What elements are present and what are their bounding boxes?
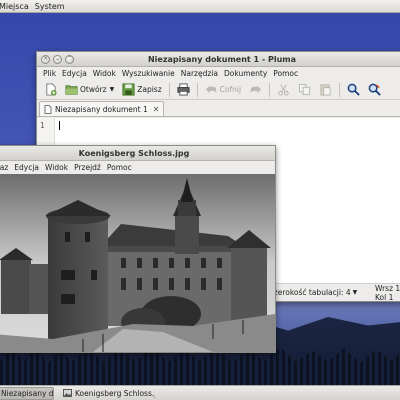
open-label: Otwórz [80, 85, 107, 94]
image-viewer-titlebar[interactable]: Koenigsberg Schloss.jpg [0, 146, 275, 161]
copy-icon [298, 83, 311, 96]
printer-icon [177, 83, 190, 96]
document-tabbar: Niezapisany dokument 1 ✕ [37, 100, 400, 117]
castle-photo [0, 174, 275, 352]
menu-tools[interactable]: Narzędzia [178, 69, 221, 78]
find-replace-button[interactable] [365, 81, 384, 99]
toolbar-separator [196, 82, 198, 97]
save-label: Zapisz [137, 85, 162, 94]
chevron-down-icon: ▼ [352, 289, 358, 296]
tab-width-selector[interactable]: Szerokość tabulacji: 4 ▼ [269, 288, 357, 297]
pluma-titlebar[interactable]: × ⌄ ⌃ Niezapisany dokument 1 - Pluma [37, 52, 400, 67]
castle-photo-drawing [0, 174, 275, 352]
menu-documents[interactable]: Dokumenty [221, 69, 270, 78]
text-cursor [59, 121, 60, 130]
search-icon [347, 83, 360, 96]
pluma-menubar: Plik Edycja Widok Wyszukiwanie Narzędzia… [37, 67, 400, 80]
taskbar-item-pluma[interactable]: Niezapisany dokument 1 - Pluma [0, 386, 54, 400]
save-button[interactable]: Zapisz [119, 81, 164, 99]
tab-untitled-document[interactable]: Niezapisany dokument 1 ✕ [39, 101, 165, 116]
new-document-button[interactable] [41, 81, 60, 99]
save-icon [122, 83, 135, 96]
menu-image[interactable]: Obraz [0, 163, 11, 172]
minimize-window-button[interactable]: ⌄ [53, 54, 62, 64]
cut-button[interactable] [274, 81, 293, 99]
open-button[interactable]: Otwórz ▼ [62, 81, 117, 99]
toolbar-separator [269, 82, 271, 97]
chevron-down-icon[interactable]: ▼ [110, 86, 115, 93]
maximize-window-button[interactable]: ⌃ [65, 54, 74, 64]
taskbar-item-label: Koenigsberg Schloss.jpg [75, 388, 155, 398]
image-viewer-menubar: Obraz Edycja Widok Przejdź Pomoc [0, 161, 275, 174]
menu-go[interactable]: Przejdź [71, 163, 104, 172]
top-panel: Miejsca System [0, 0, 400, 13]
menu-edit[interactable]: Edycja [59, 69, 90, 78]
undo-button[interactable]: Cofnij [202, 81, 244, 99]
paste-icon [320, 84, 331, 96]
window-title: Koenigsberg Schloss.jpg [78, 148, 190, 158]
line-number: 1 [40, 121, 45, 130]
redo-button[interactable] [246, 81, 265, 99]
copy-button[interactable] [295, 81, 314, 99]
close-icon[interactable]: ✕ [153, 105, 160, 114]
menu-view[interactable]: Widok [90, 69, 119, 78]
print-button[interactable] [174, 81, 193, 99]
image-viewer-icon [63, 389, 72, 397]
menu-help[interactable]: Pomoc [104, 163, 135, 172]
panel-menu-system[interactable]: System [32, 0, 68, 13]
find-replace-icon [368, 83, 381, 96]
menu-search[interactable]: Wyszukiwanie [119, 69, 178, 78]
menu-file[interactable]: Plik [40, 69, 59, 78]
undo-label: Cofnij [219, 85, 242, 94]
menu-help[interactable]: Pomoc [270, 69, 301, 78]
taskbar-item-label: Niezapisany dokument 1 - Pluma [1, 388, 54, 398]
cut-icon [278, 84, 289, 96]
cursor-position: Wrsz 1, Kol 1 [375, 283, 400, 302]
undo-icon [205, 85, 216, 94]
folder-open-icon [65, 85, 78, 95]
paste-button[interactable] [316, 81, 335, 99]
pluma-toolbar: Otwórz ▼ Zapisz Cofnij [37, 80, 400, 100]
taskbar: Niezapisany dokument 1 - Pluma Koenigsbe… [0, 385, 400, 400]
toolbar-separator [168, 82, 170, 97]
menu-edit[interactable]: Edycja [11, 163, 42, 172]
close-window-button[interactable]: × [41, 54, 50, 64]
find-button[interactable] [344, 81, 363, 99]
taskbar-item-image-viewer[interactable]: Koenigsberg Schloss.jpg [58, 387, 156, 400]
document-icon [44, 104, 52, 114]
image-viewer-window: Koenigsberg Schloss.jpg Obraz Edycja Wid… [0, 145, 276, 353]
menu-view[interactable]: Widok [42, 163, 71, 172]
toolbar-separator [339, 82, 341, 97]
tab-label: Niezapisany dokument 1 [55, 104, 148, 114]
window-title: Niezapisany dokument 1 - Pluma [147, 54, 297, 64]
redo-icon [250, 85, 262, 94]
new-document-icon [46, 83, 57, 96]
panel-menu-places[interactable]: Miejsca [0, 0, 32, 13]
tab-width-label: Szerokość tabulacji: 4 [269, 288, 351, 297]
